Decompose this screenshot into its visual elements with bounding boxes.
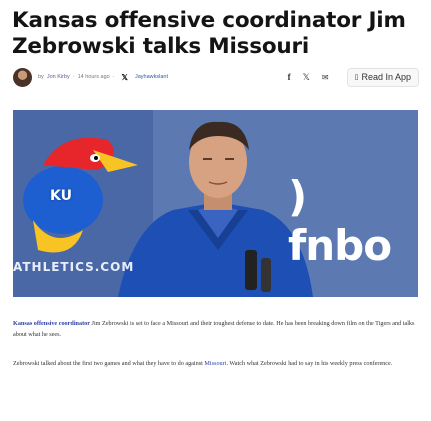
published-time: 14 hours ago <box>77 74 110 80</box>
article-headline: Kansas offensive coordinator Jim Zebrows… <box>12 8 406 59</box>
read-in-app-label: Read In App <box>361 72 411 82</box>
share-bar: f 𝕏 ✉ ▯ Read In App <box>288 67 419 87</box>
x-share-icon[interactable]: 𝕏 <box>303 72 310 83</box>
sponsor-logo-text: ) fnbo <box>288 172 392 270</box>
x-logo-icon: 𝕏 <box>121 72 128 82</box>
paragraph-text: Zebrowski talked about the first two gam… <box>13 360 205 367</box>
byline-by: by <box>38 74 44 80</box>
mascot-text: KU <box>50 188 72 204</box>
article-paragraph: Kansas offensive coordinator Jim Zebrows… <box>13 318 419 340</box>
article-paragraph: Zebrowski talked about the first two gam… <box>13 358 419 369</box>
byline-separator: · <box>72 74 75 80</box>
byline: by Jon Kirby · 14 hours ago · 𝕏 Jayhawks… <box>13 66 419 88</box>
author-name-link[interactable]: Jon Kirby <box>47 74 70 80</box>
app-icon: ▯ <box>354 74 359 81</box>
byline-meta: by Jon Kirby · 14 hours ago · 𝕏 Jayhawks… <box>38 73 168 82</box>
facebook-icon[interactable]: f <box>288 72 291 82</box>
paragraph-link[interactable]: Missouri <box>204 360 226 367</box>
byline-separator: · <box>112 74 115 80</box>
read-in-app-button[interactable]: ▯ Read In App <box>346 67 419 87</box>
article-photo: KU ) fnbo ATHLETICS.COM <box>13 110 418 297</box>
paragraph-text: . Watch what Zebrowski had to say in his… <box>226 360 393 367</box>
author-avatar[interactable] <box>13 67 32 87</box>
mail-icon[interactable]: ✉ <box>322 73 329 82</box>
paragraph-link[interactable]: Kansas offensive coordinator <box>13 320 90 327</box>
x-handle-link[interactable]: Jayhawkslant <box>135 74 168 80</box>
backdrop-site-text: ATHLETICS.COM <box>13 260 135 274</box>
